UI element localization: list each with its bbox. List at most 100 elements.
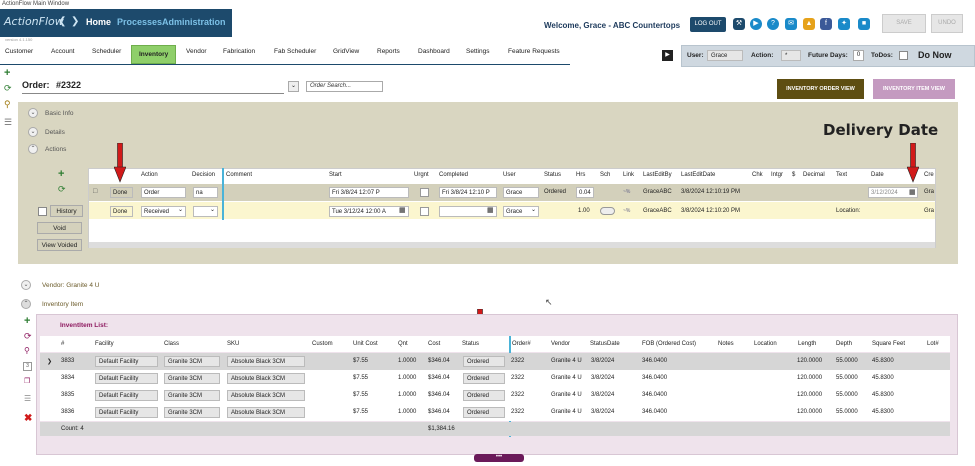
basic-info-section[interactable]: Basic Info	[45, 110, 74, 117]
col-hrs[interactable]: Hrs	[576, 172, 585, 178]
col-comment[interactable]: Comment	[226, 172, 252, 178]
col-location[interactable]: Location	[754, 341, 777, 347]
class-select[interactable]: Granite 3CM	[164, 407, 220, 418]
thumbs-up-icon[interactable]: ▲	[803, 18, 815, 30]
urgent-checkbox[interactable]	[420, 207, 429, 216]
decision-field[interactable]: na	[193, 187, 218, 198]
tab-account[interactable]: Account	[51, 48, 75, 55]
add-item-icon[interactable]: +	[24, 315, 30, 327]
tab-settings[interactable]: Settings	[466, 48, 490, 55]
refresh-actions-icon[interactable]: ⟳	[58, 184, 66, 195]
search-icon[interactable]: ⚲	[4, 99, 11, 110]
basic-info-chevron-icon[interactable]: ⌄	[28, 108, 38, 118]
col-dollar[interactable]: $	[792, 172, 795, 178]
col-created[interactable]: Cre	[924, 172, 934, 178]
tab-scheduler[interactable]: Scheduler	[92, 48, 121, 55]
calendar-icon[interactable]: ▦	[909, 188, 916, 196]
delete-icon[interactable]: ✖	[24, 413, 32, 424]
calendar-icon[interactable]: ▦	[487, 206, 494, 214]
col-sch[interactable]: Sch	[600, 172, 610, 178]
add-action-icon[interactable]: +	[58, 168, 64, 180]
class-select[interactable]: Granite 3CM	[164, 356, 220, 367]
facility-select[interactable]: Default Facility	[95, 373, 158, 384]
nav-processes[interactable]: Processes	[117, 17, 162, 27]
col-status[interactable]: Status	[544, 172, 561, 178]
col-link[interactable]: Link	[623, 172, 634, 178]
status-select[interactable]: Ordered	[463, 390, 505, 401]
table-row[interactable]: 3836 Default Facility Granite 3CM Absolu…	[40, 404, 950, 421]
table-row[interactable]: 3835 Default Facility Granite 3CM Absolu…	[40, 387, 950, 404]
tab-inventory[interactable]: Inventory	[131, 45, 177, 64]
chevron-down-icon[interactable]: ⌄	[178, 206, 183, 213]
mail-icon[interactable]: ✉	[785, 18, 797, 30]
col-completed[interactable]: Completed	[439, 172, 468, 178]
col-start[interactable]: Start	[329, 172, 342, 178]
twitter-icon[interactable]: ✦	[838, 18, 850, 30]
actions-chevron-icon[interactable]: ⌃	[28, 144, 38, 154]
facility-select[interactable]: Default Facility	[95, 407, 158, 418]
details-section[interactable]: Details	[45, 129, 65, 136]
start-field[interactable]: Tue 3/12/24 12:00 A	[329, 206, 409, 217]
col-qnt[interactable]: Qnt	[398, 341, 408, 347]
forward-arrow-icon[interactable]: ❯	[71, 16, 79, 27]
col-action[interactable]: Action	[141, 172, 158, 178]
facility-select[interactable]: Default Facility	[95, 356, 158, 367]
actions-section[interactable]: Actions	[45, 146, 66, 153]
sku-select[interactable]: Absolute Black 3CM	[227, 373, 305, 384]
undo-button[interactable]: UNDO	[931, 14, 963, 33]
user-select[interactable]: Grace	[707, 50, 743, 61]
action-field[interactable]: Order	[141, 187, 186, 198]
chevron-down-icon[interactable]: ⌄	[531, 206, 536, 213]
col-chk[interactable]: Chk	[752, 172, 763, 178]
col-sku[interactable]: SKU	[227, 341, 239, 347]
col-fob[interactable]: FOB (Ordered Cost)	[642, 341, 696, 347]
void-button[interactable]: Void	[37, 222, 82, 234]
vendor-chevron-icon[interactable]: ⌄	[21, 280, 31, 290]
inventory-item-chevron-icon[interactable]: ⌃	[21, 299, 31, 309]
sku-select[interactable]: Absolute Black 3CM	[227, 356, 305, 367]
done-button[interactable]: Done	[110, 206, 133, 217]
facility-select[interactable]: Default Facility	[95, 390, 158, 401]
col-lasteditby[interactable]: LastEditBy	[643, 172, 672, 178]
col-text[interactable]: Text	[836, 172, 847, 178]
col-depth[interactable]: Depth	[836, 341, 852, 347]
col-urgent[interactable]: Urgnt	[414, 172, 429, 178]
list-icon[interactable]: ☰	[4, 117, 12, 128]
schedule-toggle[interactable]	[600, 207, 615, 215]
order-dropdown-chevron-icon[interactable]: ⌄	[288, 81, 299, 92]
nav-home[interactable]: Home	[86, 17, 111, 27]
refresh-icon[interactable]: ⟳	[4, 83, 12, 94]
add-icon[interactable]: +	[4, 67, 10, 79]
user-field[interactable]: Grace	[503, 187, 539, 198]
video-icon[interactable]: ■	[858, 18, 870, 30]
col-order[interactable]: Order#	[512, 341, 531, 347]
col-unit-cost[interactable]: Unit Cost	[353, 341, 378, 347]
refresh-items-icon[interactable]: ⟳	[24, 331, 32, 342]
details-chevron-icon[interactable]: ⌄	[28, 127, 38, 137]
table-row[interactable]: 3834 Default Facility Granite 3CM Absolu…	[40, 370, 950, 387]
logout-button[interactable]: LOG OUT	[690, 17, 726, 32]
hrs-field[interactable]: 0.04	[576, 187, 594, 198]
hammer-icon[interactable]: ⚒	[733, 18, 745, 30]
facebook-icon[interactable]: f	[820, 18, 832, 30]
tab-vendor[interactable]: Vendor	[186, 48, 207, 55]
future-days-input[interactable]: 0	[853, 50, 864, 61]
play-icon[interactable]: ▶	[750, 18, 762, 30]
col-statusdate[interactable]: StatusDate	[590, 341, 620, 347]
col-lasteditdate[interactable]: LastEditDate	[681, 172, 715, 178]
do-now-label[interactable]: Do Now	[918, 50, 952, 60]
col-date[interactable]: Date	[871, 172, 884, 178]
tab-gridview[interactable]: GridView	[333, 48, 359, 55]
tab-dashboard[interactable]: Dashboard	[418, 48, 450, 55]
col-status[interactable]: Status	[462, 341, 479, 347]
todos-checkbox[interactable]	[899, 51, 908, 60]
tab-feature-requests[interactable]: Feature Requests	[508, 48, 560, 55]
list-items-icon[interactable]: ☰	[24, 394, 31, 403]
completed-field[interactable]: Fri 3/8/24 12:10 P	[439, 187, 497, 198]
status-select[interactable]: Ordered	[463, 356, 505, 367]
chevron-down-icon[interactable]: ⌄	[210, 206, 215, 213]
nav-administration[interactable]: Administration	[162, 17, 226, 27]
col-cost[interactable]: Cost	[428, 341, 440, 347]
class-select[interactable]: Granite 3CM	[164, 373, 220, 384]
link-icon[interactable]: ~%	[623, 189, 630, 195]
